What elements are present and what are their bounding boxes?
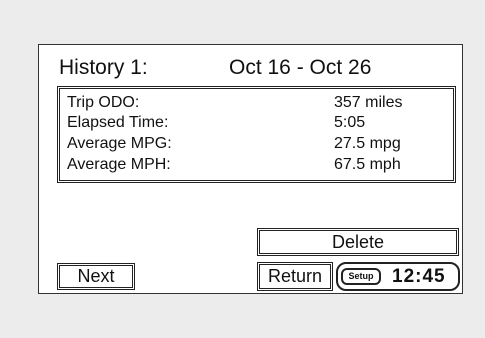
stat-value: 5:05: [334, 114, 366, 131]
stats-panel: Trip ODO: 357 miles Elapsed Time: 5:05 A…: [57, 86, 456, 183]
setup-clock-panel: Setup 12:45: [336, 262, 460, 291]
stat-label: Average MPG:: [67, 135, 172, 152]
setup-button[interactable]: Setup: [341, 268, 381, 285]
stat-label: Trip ODO:: [67, 94, 140, 111]
delete-button[interactable]: Delete: [257, 228, 459, 256]
display-screen: History 1: Oct 16 - Oct 26 Trip ODO: 357…: [38, 44, 463, 294]
stat-value: 27.5 mpg: [334, 135, 401, 152]
return-button[interactable]: Return: [257, 262, 333, 291]
clock-time: 12:45: [392, 266, 446, 287]
stat-value: 357 miles: [334, 94, 403, 111]
next-button[interactable]: Next: [57, 263, 135, 290]
stat-value: 67.5 mph: [334, 156, 401, 173]
page-title: History 1:: [59, 56, 148, 79]
date-range: Oct 16 - Oct 26: [229, 56, 372, 79]
stat-label: Average MPH:: [67, 156, 171, 173]
stat-label: Elapsed Time:: [67, 114, 169, 131]
header: History 1: Oct 16 - Oct 26: [59, 53, 454, 83]
